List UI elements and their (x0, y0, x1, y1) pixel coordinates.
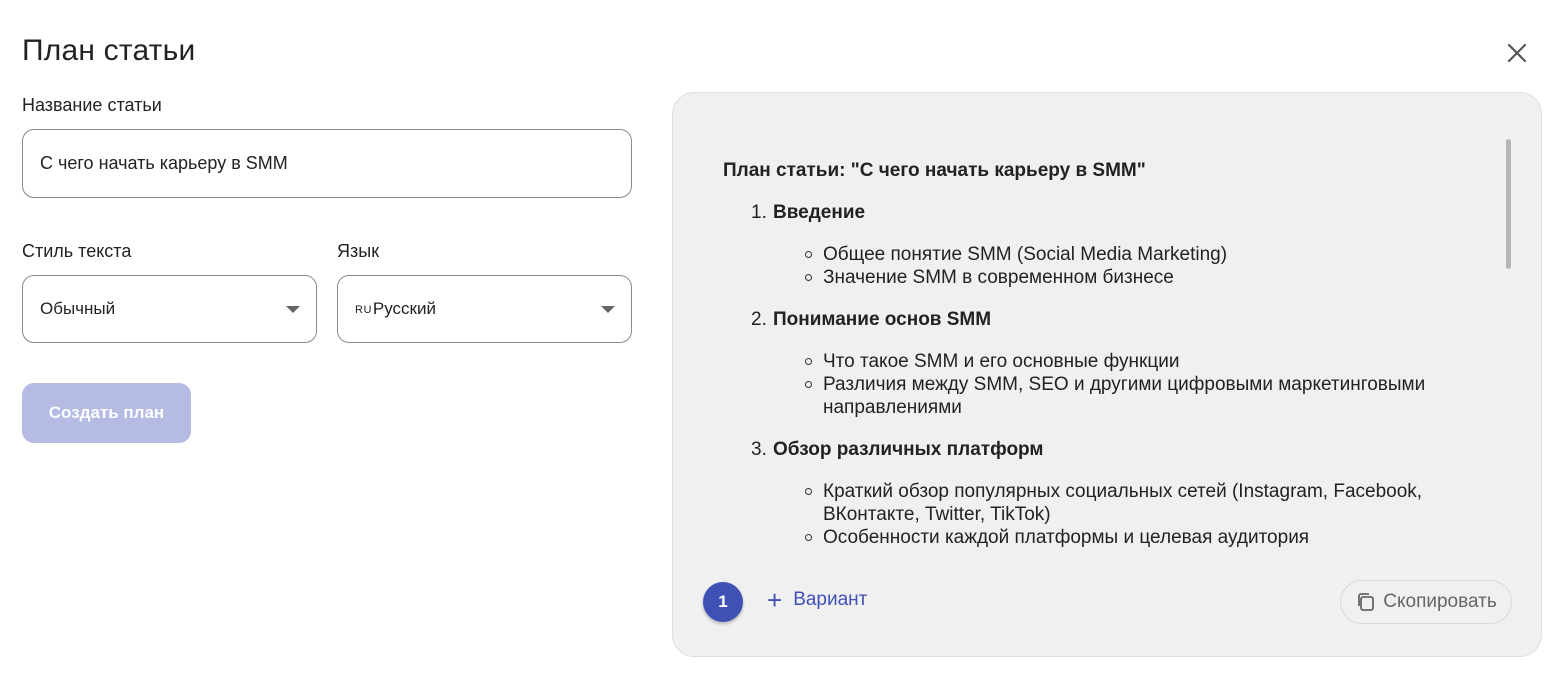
list-item: Значение SMM в современном бизнесе (801, 266, 1503, 289)
section-title: Введение (773, 202, 866, 223)
section-number: 1. (751, 202, 767, 223)
scrollbar[interactable] (1506, 139, 1511, 269)
plus-icon: + (767, 585, 783, 615)
section-title: Обзор различных платформ (773, 439, 1044, 460)
list-item: Общее понятие SMM (Social Media Marketin… (801, 243, 1503, 266)
text-style-select[interactable]: Обычный (22, 275, 317, 343)
plan-heading: План статьи: "С чего начать карьеру в SM… (723, 160, 1146, 181)
language-select[interactable]: RU Русский (337, 275, 632, 343)
plan-section: 3. Обзор различных платформ Краткий обзо… (751, 438, 1503, 549)
plan-section: 1. Введение Общее понятие SMM (Social Me… (751, 201, 1503, 289)
language-label: Язык (337, 241, 380, 261)
article-name-label: Название статьи (22, 95, 162, 115)
chevron-down-icon (601, 306, 615, 313)
close-icon (1507, 43, 1527, 63)
close-button[interactable] (1500, 36, 1534, 70)
list-item: Особенности каждой платформы и целевая а… (801, 526, 1503, 549)
plan-result-panel: План статьи: "С чего начать карьеру в SM… (672, 92, 1542, 657)
dialog-title: План статьи (22, 34, 196, 67)
article-name-value: С чего начать карьеру в SMM (40, 153, 288, 173)
plan-content: План статьи: "С чего начать карьеру в SM… (723, 159, 1503, 568)
section-title: Понимание основ SMM (773, 309, 992, 330)
add-variant-button[interactable]: + Вариант (767, 585, 868, 615)
list-item: Различия между SMM, SEO и другими цифров… (801, 373, 1503, 419)
variant-number-badge[interactable]: 1 (703, 582, 743, 622)
copy-label: Скопировать (1383, 591, 1497, 612)
language-code-icon: RU (355, 304, 372, 316)
plan-section: 2. Понимание основ SMM Что такое SMM и е… (751, 308, 1503, 419)
add-variant-label: Вариант (793, 589, 868, 610)
section-number: 3. (751, 439, 767, 460)
language-value: Русский (372, 299, 436, 318)
list-item: Что такое SMM и его основные функции (801, 350, 1503, 373)
create-plan-button[interactable]: Создать план (22, 383, 191, 443)
copy-icon (1358, 593, 1375, 611)
text-style-label: Стиль текста (22, 241, 132, 261)
section-number: 2. (751, 309, 767, 330)
chevron-down-icon (286, 306, 300, 313)
copy-button[interactable]: Скопировать (1340, 580, 1512, 624)
list-item: Краткий обзор популярных социальных сете… (801, 480, 1503, 526)
article-name-input[interactable]: С чего начать карьеру в SMM (22, 129, 632, 198)
text-style-value: Обычный (40, 299, 116, 318)
